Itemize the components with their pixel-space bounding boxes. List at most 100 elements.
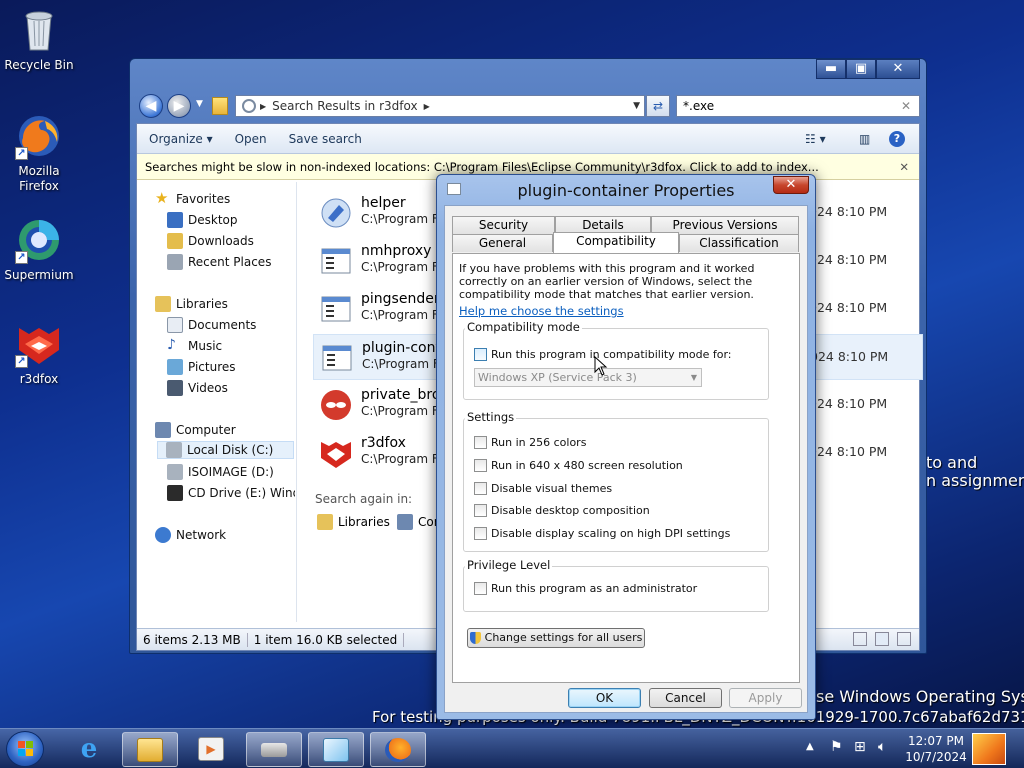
tray-date[interactable]: 10/7/2024 — [900, 750, 972, 764]
infobar-text[interactable]: Searches might be slow in non-indexed lo… — [145, 160, 819, 174]
setting-640x480[interactable]: Run in 640 x 480 screen resolution — [474, 459, 683, 472]
nav-label: Music — [188, 339, 223, 353]
compat-mode-checkbox[interactable] — [474, 348, 487, 361]
checkbox[interactable] — [474, 482, 487, 495]
nav-cd-drive[interactable]: CD Drive (E:) Windows — [167, 484, 295, 502]
taskbar-firefox[interactable] — [370, 732, 426, 767]
search-again-computer[interactable]: Computer — [397, 514, 437, 530]
view-list-icon[interactable] — [897, 632, 911, 646]
tab-general[interactable]: General — [452, 234, 553, 252]
search-again-libraries[interactable]: Libraries — [317, 514, 390, 530]
taskbar-drive[interactable] — [246, 732, 302, 767]
internet-explorer-icon: e — [80, 734, 98, 764]
exe-icon — [319, 244, 353, 278]
desktop-icon-mozilla-firefox[interactable]: ↗ Mozilla Firefox — [0, 112, 78, 194]
behind-text-1: to and — [926, 453, 978, 472]
cancel-button[interactable]: Cancel — [649, 688, 722, 708]
nav-desktop[interactable]: Desktop — [167, 211, 238, 229]
exe-icon — [320, 341, 354, 375]
mouse-cursor-icon — [594, 356, 608, 376]
view-tiles-icon[interactable] — [875, 632, 889, 646]
nav-music[interactable]: ♪ Music — [167, 337, 222, 355]
run-as-admin-checkbox[interactable] — [474, 582, 487, 595]
properties-dialog[interactable]: plugin-container Properties ✕ Security D… — [436, 174, 816, 720]
search-box[interactable]: *.exe ✕ — [676, 95, 920, 117]
checkbox-label: Run in 256 colors — [491, 436, 587, 449]
dialog-close-button[interactable]: ✕ — [773, 176, 809, 194]
checkbox[interactable] — [474, 436, 487, 449]
open-button[interactable]: Open — [235, 132, 267, 146]
setting-disable-visual-themes[interactable]: Disable visual themes — [474, 482, 612, 495]
setting-disable-desktop-composition[interactable]: Disable desktop composition — [474, 504, 650, 517]
change-settings-all-users-button[interactable]: Change settings for all users — [467, 628, 645, 648]
nav-documents[interactable]: Documents — [167, 316, 256, 334]
nav-computer[interactable]: Computer — [155, 421, 236, 439]
nav-local-disk[interactable]: Local Disk (C:) — [157, 441, 294, 459]
checkbox[interactable] — [474, 504, 487, 517]
view-options-icon[interactable]: ☷ ▾ — [805, 132, 826, 146]
taskbar-media-player[interactable]: ▶ — [184, 732, 240, 767]
back-button[interactable]: ◀ — [139, 94, 163, 118]
cd-drive-icon — [167, 485, 183, 501]
tray-time[interactable]: 12:07 PM — [900, 734, 972, 748]
desktop-icon-label: r3dfox — [19, 372, 59, 386]
taskbar-notepad[interactable] — [308, 732, 364, 767]
action-center-flag-icon[interactable]: ⚑ — [830, 739, 843, 755]
save-search-button[interactable]: Save search — [289, 132, 362, 146]
privilege-admin-row[interactable]: Run this program as an administrator — [474, 582, 697, 595]
taskbar-explorer[interactable] — [122, 732, 178, 767]
star-icon: ★ — [155, 190, 169, 207]
nav-recent-places[interactable]: Recent Places — [167, 253, 271, 271]
recent-places-icon — [167, 254, 183, 270]
volume-muted-icon[interactable]: 🔈︎ — [878, 739, 886, 755]
show-desktop-thumbnail[interactable] — [972, 733, 1006, 765]
address-bar[interactable]: ▶ Search Results in r3dfox ▶ ▼ — [235, 95, 645, 117]
ok-button[interactable]: OK — [568, 688, 641, 708]
compat-mode-select: Windows XP (Service Pack 3) ▼ — [474, 368, 702, 387]
organize-button[interactable]: Organize ▾ — [149, 132, 213, 146]
maximize-button[interactable]: ▣ — [846, 59, 876, 79]
infobar-close-icon[interactable]: ✕ — [899, 160, 909, 174]
desktop-icon-supermium[interactable]: ↗ Supermium — [0, 216, 78, 283]
forward-button[interactable]: ▶ — [167, 94, 191, 118]
nav-pictures[interactable]: Pictures — [167, 358, 236, 376]
preview-pane-icon[interactable]: ▥ — [859, 132, 870, 146]
tab-classification[interactable]: Classification — [679, 234, 799, 252]
tab-security[interactable]: Security — [452, 216, 555, 234]
help-icon[interactable]: ? — [889, 130, 905, 147]
start-button[interactable] — [6, 731, 44, 767]
setting-disable-dpi-scaling[interactable]: Disable display scaling on high DPI sett… — [474, 527, 730, 540]
nav-label: Desktop — [188, 213, 238, 227]
search-input[interactable]: *.exe — [683, 99, 714, 113]
nav-favorites[interactable]: ★ Favorites — [155, 190, 230, 208]
nav-isoimage[interactable]: ISOIMAGE (D:) — [167, 463, 274, 481]
clear-search-icon[interactable]: ✕ — [901, 99, 911, 113]
tab-compatibility[interactable]: Compatibility — [553, 232, 679, 253]
taskbar-internet-explorer[interactable]: e — [62, 732, 118, 767]
shield-icon — [469, 632, 481, 644]
nav-network[interactable]: Network — [155, 526, 226, 544]
address-dropdown-icon[interactable]: ▼ — [633, 101, 640, 111]
checkbox[interactable] — [474, 527, 487, 540]
apply-button: Apply — [729, 688, 802, 708]
taskbar: e ▶ ▲ ⚑ ⊞ 🔈︎ 12:07 PM 10/7/2024 — [0, 728, 1024, 768]
view-details-icon[interactable] — [853, 632, 867, 646]
refresh-button[interactable]: ⇄ — [646, 95, 670, 117]
network-tray-icon[interactable]: ⊞ — [854, 739, 866, 755]
desktop-icon-r3dfox[interactable]: ↗ r3dfox — [0, 320, 78, 387]
address-path[interactable]: Search Results in r3dfox — [272, 99, 417, 113]
status-items: 6 items 2.13 MB — [137, 632, 248, 647]
setting-256-colors[interactable]: Run in 256 colors — [474, 436, 586, 449]
show-hidden-icons[interactable]: ▲ — [806, 741, 814, 752]
nav-videos[interactable]: Videos — [167, 379, 228, 397]
recent-pages-chevron-icon[interactable]: ▼ — [196, 99, 203, 109]
behind-text-2: n assignment — [926, 471, 1024, 490]
help-me-choose-link[interactable]: Help me choose the settings — [459, 304, 624, 318]
nav-libraries[interactable]: Libraries — [155, 295, 228, 313]
desktop-icon-recycle-bin[interactable]: Recycle Bin — [0, 6, 78, 73]
nav-label: Computer — [176, 423, 236, 437]
minimize-button[interactable]: ▬ — [816, 59, 846, 79]
checkbox[interactable] — [474, 459, 487, 472]
nav-downloads[interactable]: Downloads — [167, 232, 254, 250]
close-button[interactable]: ✕ — [876, 59, 920, 79]
